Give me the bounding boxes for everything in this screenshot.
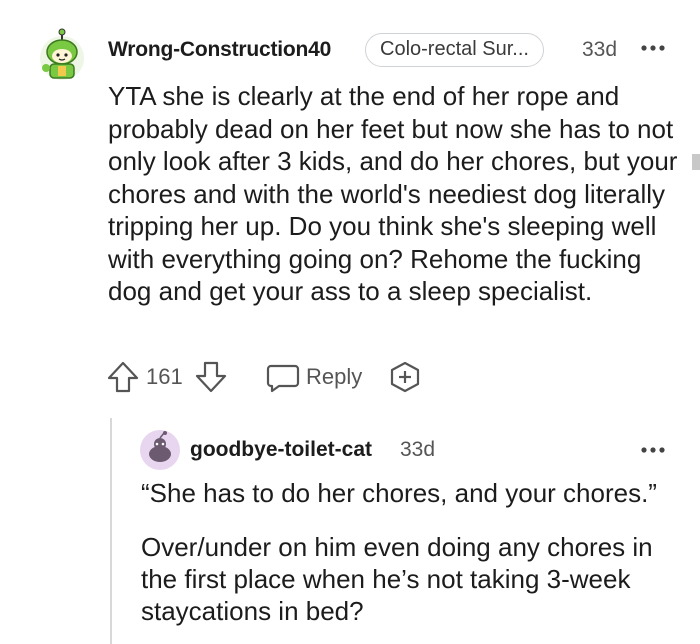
user-flair: Colo-rectal Sur... — [365, 33, 544, 67]
upvote-arrow-icon[interactable] — [106, 360, 140, 394]
thread-line[interactable] — [110, 418, 112, 644]
award-plus-icon[interactable] — [388, 360, 422, 394]
reply-age: 33d — [400, 438, 436, 461]
comment-username[interactable]: Wrong-Construction40 — [108, 38, 331, 62]
comment-body: YTA she is clearly at the end of her rop… — [108, 81, 678, 306]
user-avatar-green-icon[interactable] — [36, 28, 88, 82]
more-options-icon[interactable] — [640, 42, 666, 54]
downvote-arrow-icon[interactable] — [194, 360, 228, 394]
reply-body-paragraph: Over/under on him even doing any chores … — [141, 532, 653, 626]
comment-age: 33d — [582, 38, 618, 61]
comment-actions: 161 Reply — [106, 360, 446, 396]
vote-count: 161 — [146, 364, 183, 389]
user-avatar-snoo-icon[interactable] — [140, 430, 180, 470]
reply-button[interactable]: Reply — [306, 364, 362, 390]
reply-bubble-icon[interactable] — [266, 360, 300, 394]
reply-username[interactable]: goodbye-toilet-cat — [190, 438, 372, 462]
more-options-icon[interactable] — [640, 444, 666, 456]
scroll-indicator — [692, 154, 700, 170]
reply-quote-paragraph: “She has to do her chores, and your chor… — [141, 478, 657, 508]
